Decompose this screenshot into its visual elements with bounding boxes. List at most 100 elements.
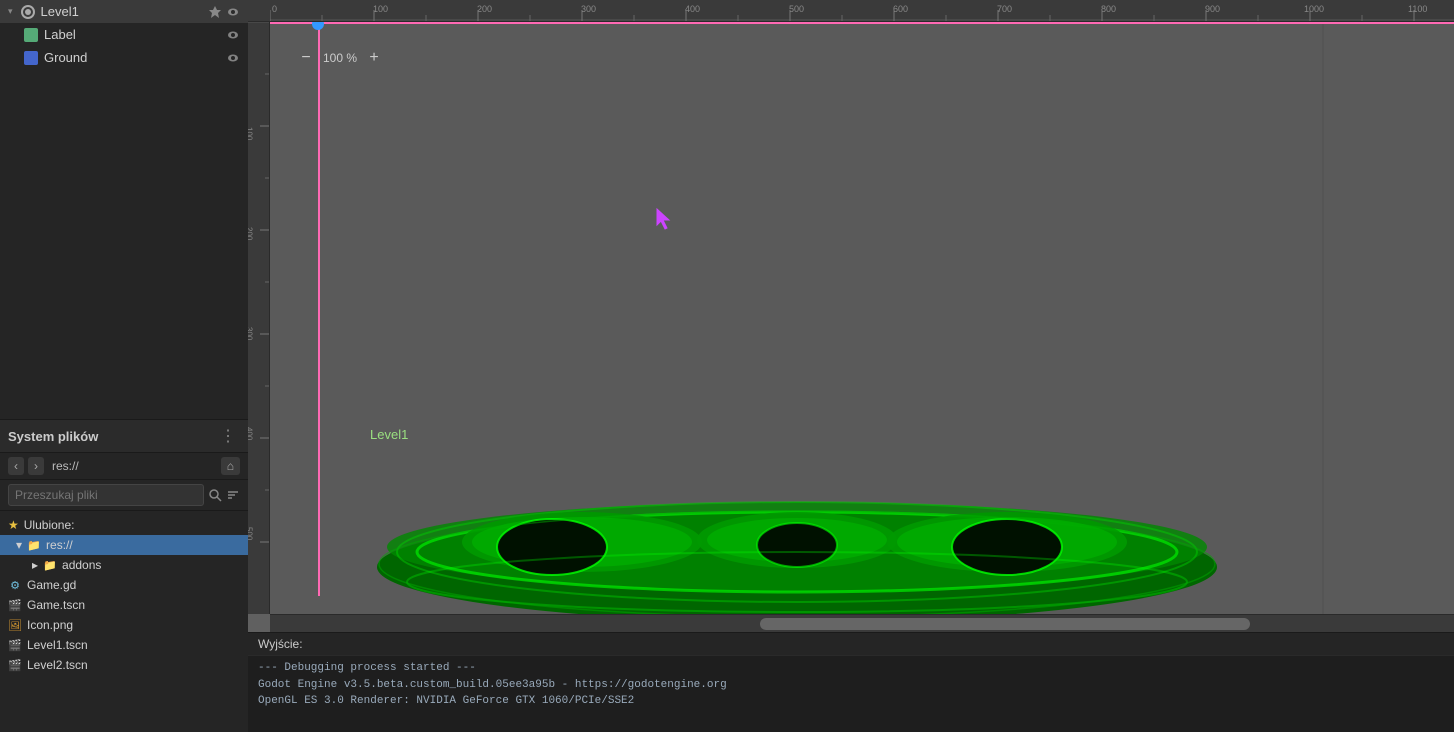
filesystem-panel: System plików ⋮ ‹ › res:// ⌂ ★ xyxy=(0,420,248,732)
right-border-line xyxy=(1322,22,1324,614)
scene-tree: ▾ Level1 Label xyxy=(0,0,248,420)
fs-label-level2-tscn: Level2.tscn xyxy=(27,658,88,672)
playhead-line xyxy=(318,22,320,596)
nav-home-btn[interactable]: ⌂ xyxy=(221,457,240,475)
output-line-2: Godot Engine v3.5.beta.custom_build.05ee… xyxy=(258,677,1444,694)
tree-actions-level1 xyxy=(208,5,240,19)
fs-item-level2-tscn[interactable]: 🎬 Level2.tscn xyxy=(0,655,248,675)
fs-label-game-tscn: Game.tscn xyxy=(27,598,85,612)
node-icon-label xyxy=(24,28,38,42)
fs-favorites-label: ★ Ulubione: xyxy=(0,515,248,535)
fs-search-bar xyxy=(0,480,248,511)
output-header: Wyjście: xyxy=(248,633,1454,656)
svg-text:400: 400 xyxy=(248,427,254,441)
nav-forward-btn[interactable]: › xyxy=(28,457,44,475)
script-icon-game-gd: ⚙ xyxy=(8,579,22,592)
right-area: 0 100 200 300 400 500 600 xyxy=(248,0,1454,732)
mouse-cursor xyxy=(655,207,675,231)
eye-icon-label[interactable] xyxy=(226,28,240,42)
svg-text:300: 300 xyxy=(581,4,596,14)
left-panel: ▾ Level1 Label xyxy=(0,0,248,732)
zoom-label: 100 % xyxy=(320,51,360,65)
ruler-top: 0 100 200 300 400 500 600 xyxy=(248,0,1454,22)
svg-text:500: 500 xyxy=(248,527,254,541)
node-icon-level1 xyxy=(21,5,35,19)
svg-text:700: 700 xyxy=(997,4,1012,14)
output-content: --- Debugging process started --- Godot … xyxy=(248,656,1454,732)
star-icon: ★ xyxy=(8,518,19,532)
zoom-controls: − 100 % + xyxy=(296,48,384,68)
svg-text:1100: 1100 xyxy=(1408,4,1427,14)
scene-icon-level1: 🎬 xyxy=(8,639,22,652)
fs-item-game-tscn[interactable]: 🎬 Game.tscn xyxy=(0,595,248,615)
svg-text:200: 200 xyxy=(477,4,492,14)
ground-svg xyxy=(362,482,1232,614)
scene-icon-level2: 🎬 xyxy=(8,659,22,672)
svg-text:0: 0 xyxy=(272,4,277,14)
tree-item-label[interactable]: Label xyxy=(0,23,248,46)
playhead-dot[interactable] xyxy=(312,22,324,30)
filesystem-menu-btn[interactable]: ⋮ xyxy=(216,426,240,446)
svg-text:200: 200 xyxy=(248,227,254,241)
svg-text:400: 400 xyxy=(685,4,700,14)
fs-item-icon-png[interactable]: 🖼 Icon.png xyxy=(0,615,248,635)
fs-label-level1-tscn: Level1.tscn xyxy=(27,638,88,652)
ruler-left: 100 200 300 400 500 xyxy=(248,22,270,614)
svg-text:600: 600 xyxy=(893,4,908,14)
fs-item-res[interactable]: ▾ 📁 res:// xyxy=(0,535,248,555)
fs-path-label: res:// xyxy=(48,459,217,473)
output-title: Wyjście: xyxy=(258,637,303,651)
expand-arrow-level1[interactable]: ▾ xyxy=(8,6,13,17)
pin-icon-level1 xyxy=(208,5,222,19)
fs-label-addons: addons xyxy=(62,558,101,572)
svg-text:900: 900 xyxy=(1205,4,1220,14)
fs-item-addons[interactable]: ▸ 📁 addons xyxy=(0,555,248,575)
tree-actions-ground xyxy=(226,51,240,65)
tree-label-label: Label xyxy=(44,27,220,42)
filesystem-header: System plików ⋮ xyxy=(0,420,248,453)
collapse-arrow-addons: ▸ xyxy=(32,558,38,572)
fs-label-game-gd: Game.gd xyxy=(27,578,76,592)
svg-text:1000: 1000 xyxy=(1304,4,1324,14)
node-icon-ground xyxy=(24,51,38,65)
output-line-3: OpenGL ES 3.0 Renderer: NVIDIA GeForce G… xyxy=(258,693,1444,710)
nav-back-btn[interactable]: ‹ xyxy=(8,457,24,475)
fs-label-icon-png: Icon.png xyxy=(27,618,73,632)
svg-text:500: 500 xyxy=(789,4,804,14)
zoom-out-btn[interactable]: − xyxy=(296,48,316,68)
tree-item-level1[interactable]: ▾ Level1 xyxy=(0,0,248,23)
fs-item-game-gd[interactable]: ⚙ Game.gd xyxy=(0,575,248,595)
folder-icon-addons: 📁 xyxy=(43,559,57,572)
viewport-level-label: Level1 xyxy=(370,427,408,442)
folder-icon-res: 📁 xyxy=(27,539,41,552)
zoom-in-btn[interactable]: + xyxy=(364,48,384,68)
svg-text:100: 100 xyxy=(373,4,388,14)
fs-nav-bar: ‹ › res:// ⌂ xyxy=(0,453,248,480)
output-panel: Wyjście: --- Debugging process started -… xyxy=(248,632,1454,732)
viewport-scrollbar-h[interactable] xyxy=(270,614,1454,632)
fs-item-level1-tscn[interactable]: 🎬 Level1.tscn xyxy=(0,635,248,655)
fs-label-res: res:// xyxy=(46,538,73,552)
fs-tree: ★ Ulubione: ▾ 📁 res:// ▸ 📁 addons ⚙ Game… xyxy=(0,511,248,732)
svg-text:300: 300 xyxy=(248,327,254,341)
output-line-1: --- Debugging process started --- xyxy=(258,660,1444,677)
favorites-text: Ulubione: xyxy=(24,518,75,532)
svg-text:100: 100 xyxy=(248,127,254,141)
svg-text:800: 800 xyxy=(1101,4,1116,14)
viewport-content[interactable]: − 100 % + Level1 xyxy=(270,22,1454,614)
eye-icon-ground[interactable] xyxy=(226,51,240,65)
tree-item-ground[interactable]: Ground xyxy=(0,46,248,69)
scene-icon-game-tscn: 🎬 xyxy=(8,599,22,612)
image-icon-icon-png: 🖼 xyxy=(8,619,22,632)
timeline-line xyxy=(270,22,1454,24)
fs-search-input[interactable] xyxy=(8,484,204,506)
tree-label-ground: Ground xyxy=(44,50,220,65)
collapse-arrow-res: ▾ xyxy=(16,538,22,552)
search-icon xyxy=(208,488,222,502)
tree-actions-label xyxy=(226,28,240,42)
eye-icon-level1[interactable] xyxy=(226,5,240,19)
viewport-area[interactable]: 0 100 200 300 400 500 600 xyxy=(248,0,1454,632)
tree-label-level1: Level1 xyxy=(41,4,202,19)
sort-icon[interactable] xyxy=(226,488,240,502)
scrollbar-thumb-h[interactable] xyxy=(760,618,1250,630)
